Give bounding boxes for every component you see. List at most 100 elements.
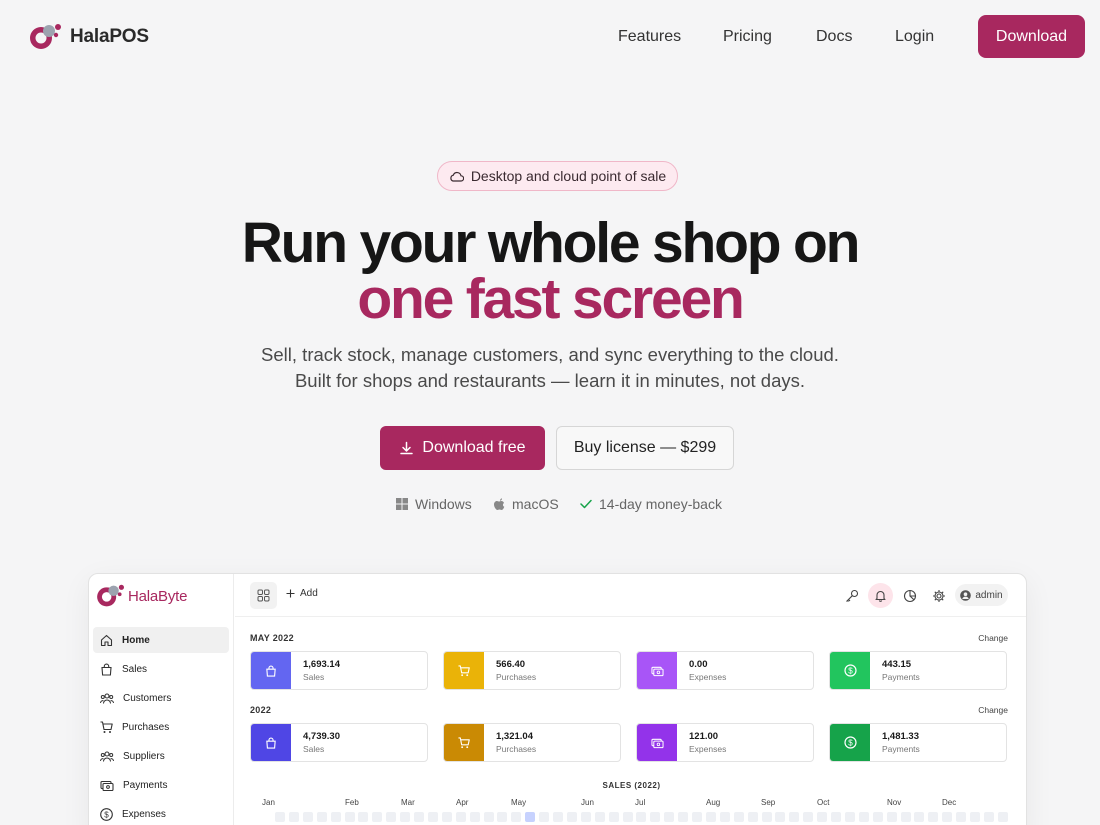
heatmap-cell[interactable] bbox=[316, 812, 327, 822]
heatmap-cell[interactable] bbox=[942, 812, 953, 822]
heatmap-cell[interactable] bbox=[831, 812, 841, 822]
stat-card-expenses[interactable]: 0.00 Expenses bbox=[636, 651, 814, 690]
heatmap-cell[interactable] bbox=[817, 812, 828, 822]
user-menu[interactable]: admin bbox=[955, 584, 1008, 606]
heatmap-cell[interactable] bbox=[705, 812, 716, 822]
heatmap-cell[interactable] bbox=[497, 812, 508, 822]
heatmap-cell[interactable] bbox=[427, 812, 438, 822]
heatmap-cell[interactable] bbox=[761, 812, 772, 822]
brand[interactable]: HalaPOS bbox=[29, 22, 149, 52]
heatmap-cell[interactable] bbox=[997, 812, 1008, 822]
buy-license-button[interactable]: Buy license — $299 bbox=[556, 426, 734, 470]
heatmap-cell[interactable] bbox=[441, 812, 452, 822]
heatmap-cell[interactable] bbox=[608, 812, 619, 822]
heatmap-cell[interactable] bbox=[580, 812, 591, 822]
heatmap-cell[interactable] bbox=[539, 812, 550, 822]
heatmap-cell[interactable] bbox=[386, 812, 397, 822]
key-button[interactable] bbox=[839, 583, 864, 608]
notifications-button[interactable] bbox=[868, 583, 893, 608]
heatmap-cell[interactable] bbox=[858, 812, 869, 822]
heatmap-cell[interactable] bbox=[650, 812, 661, 822]
heatmap-cell[interactable] bbox=[928, 812, 939, 822]
heatmap-cell[interactable] bbox=[983, 812, 994, 822]
sidebar-item-suppliers[interactable]: Suppliers bbox=[93, 743, 229, 769]
heatmap-cell[interactable] bbox=[970, 812, 980, 822]
sidebar-item-payments[interactable]: Payments bbox=[93, 772, 229, 798]
heatmap-cell[interactable] bbox=[914, 812, 925, 822]
reports-button[interactable] bbox=[897, 583, 922, 608]
nav-link-features[interactable]: Features bbox=[618, 28, 681, 46]
nav-link-docs[interactable]: Docs bbox=[816, 28, 852, 46]
change-year-button[interactable]: Change bbox=[978, 705, 1008, 715]
add-button[interactable]: Add bbox=[286, 588, 318, 599]
stat-card-sales[interactable]: 1,693.14 Sales bbox=[250, 651, 428, 690]
heatmap-cell[interactable] bbox=[844, 812, 855, 822]
stat-label: Payments bbox=[882, 744, 920, 754]
nav-link-login[interactable]: Login bbox=[895, 28, 934, 46]
heatmap-cell[interactable] bbox=[525, 812, 536, 822]
stat-label: Payments bbox=[882, 672, 920, 682]
heatmap-cell[interactable] bbox=[358, 812, 369, 822]
heatmap-cell[interactable] bbox=[719, 812, 730, 822]
platform-windows-label: Windows bbox=[415, 496, 472, 512]
heatmap-cell[interactable] bbox=[553, 812, 563, 822]
sidebar-item-customers[interactable]: Customers bbox=[93, 685, 229, 711]
heatmap-cell[interactable] bbox=[344, 812, 355, 822]
heatmap-cell[interactable] bbox=[622, 812, 633, 822]
users-icon bbox=[100, 692, 114, 704]
heatmap-cell[interactable] bbox=[455, 812, 466, 822]
section-label-month: MAY 2022 bbox=[250, 633, 294, 643]
sidebar-item-expenses[interactable]: $ Expenses bbox=[93, 801, 229, 825]
heatmap-cell[interactable] bbox=[288, 812, 299, 822]
heatmap-cell[interactable] bbox=[692, 812, 702, 822]
heatmap-cell[interactable] bbox=[900, 812, 911, 822]
stat-card-expenses-year[interactable]: 121.00 Expenses bbox=[636, 723, 814, 762]
stat-card-sales-year[interactable]: 4,739.30 Sales bbox=[250, 723, 428, 762]
sidebar-item-purchases[interactable]: Purchases bbox=[93, 714, 229, 740]
heatmap-cell[interactable] bbox=[872, 812, 883, 822]
download-free-button[interactable]: Download free bbox=[380, 426, 545, 470]
heatmap-cell[interactable] bbox=[733, 812, 744, 822]
heatmap-cell[interactable] bbox=[886, 812, 897, 822]
bag-icon bbox=[251, 724, 291, 761]
heatmap-cell[interactable] bbox=[636, 812, 647, 822]
sidebar-item-sales[interactable]: Sales bbox=[93, 656, 229, 682]
heatmap-cell[interactable] bbox=[483, 812, 494, 822]
heatmap-cell[interactable] bbox=[330, 812, 341, 822]
heatmap-cell[interactable] bbox=[302, 812, 313, 822]
settings-button[interactable] bbox=[926, 583, 951, 608]
nav-link-pricing[interactable]: Pricing bbox=[723, 28, 772, 46]
heatmap-cell[interactable] bbox=[372, 812, 383, 822]
halabyte-logo-text: HalaByte bbox=[128, 587, 188, 605]
app-preview-window: HalaByte Home Sales Customers Purchases … bbox=[88, 573, 1027, 825]
halapos-logo-icon bbox=[29, 22, 63, 52]
heatmap-cell[interactable] bbox=[594, 812, 605, 822]
stat-card-payments-year[interactable]: $ 1,481.33 Payments bbox=[829, 723, 1007, 762]
heatmap-cell[interactable] bbox=[775, 812, 786, 822]
stat-card-purchases-year[interactable]: 1,321.04 Purchases bbox=[443, 723, 621, 762]
stat-value: 1,693.14 bbox=[303, 659, 340, 670]
sidebar-item-home[interactable]: Home bbox=[93, 627, 229, 653]
heatmap-cell[interactable] bbox=[789, 812, 800, 822]
heatmap-cell[interactable] bbox=[414, 812, 424, 822]
windows-icon bbox=[396, 498, 408, 510]
heatmap-cell[interactable] bbox=[566, 812, 577, 822]
heatmap-cell[interactable] bbox=[664, 812, 675, 822]
stat-label: Purchases bbox=[496, 744, 537, 754]
heatmap-cell[interactable] bbox=[956, 812, 967, 822]
heatmap-cell[interactable] bbox=[400, 812, 411, 822]
apps-grid-button[interactable] bbox=[250, 582, 277, 609]
heatmap-cell[interactable] bbox=[803, 812, 814, 822]
heatmap-cell[interactable] bbox=[511, 812, 522, 822]
nav-download-button[interactable]: Download bbox=[978, 15, 1085, 58]
sales-heatmap bbox=[235, 810, 1026, 825]
stat-card-purchases[interactable]: 566.40 Purchases bbox=[443, 651, 621, 690]
heatmap-cell[interactable] bbox=[469, 812, 480, 822]
heatmap-cell[interactable] bbox=[678, 812, 689, 822]
sidebar-item-label: Expenses bbox=[122, 808, 166, 820]
change-period-button[interactable]: Change bbox=[978, 633, 1008, 643]
heatmap-cell[interactable] bbox=[747, 812, 758, 822]
sidebar-item-label: Sales bbox=[122, 663, 148, 675]
stat-card-payments[interactable]: $ 443.15 Payments bbox=[829, 651, 1007, 690]
heatmap-cell[interactable] bbox=[275, 812, 285, 822]
